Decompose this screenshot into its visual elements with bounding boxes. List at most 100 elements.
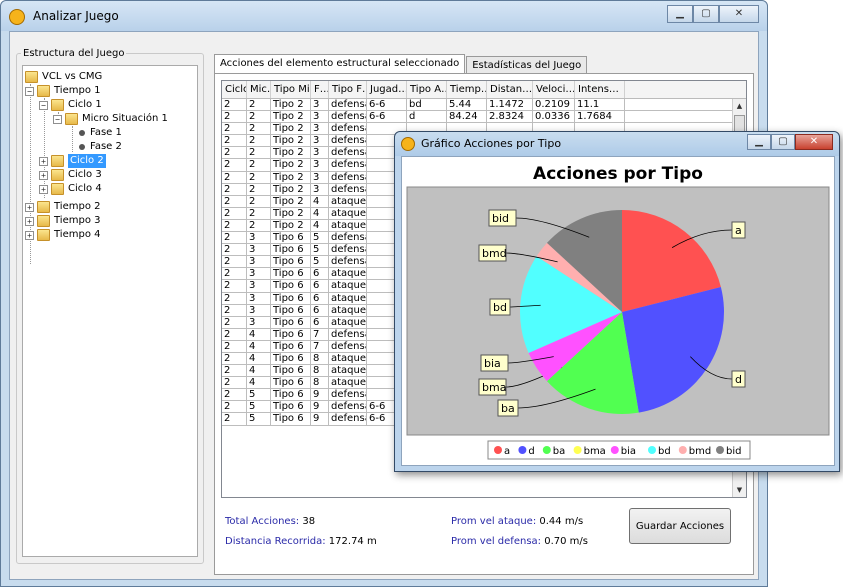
table-cell: 2 bbox=[222, 111, 247, 123]
tree-node-tiempo-3[interactable]: + Tiempo 3 bbox=[25, 214, 100, 228]
table-cell: Tipo 6 bbox=[271, 268, 311, 280]
chart-minimize-button[interactable]: ▁ bbox=[747, 134, 771, 150]
table-cell: 2 bbox=[247, 111, 271, 123]
legend-swatch-bmd bbox=[678, 446, 687, 454]
table-cell: d bbox=[407, 111, 447, 123]
column-header[interactable]: Tipo F… bbox=[329, 81, 367, 98]
legend-label-bmd: bmd bbox=[689, 446, 711, 457]
table-cell: 2 bbox=[222, 352, 247, 365]
column-header[interactable]: Intens… bbox=[575, 81, 625, 98]
table-cell: 2 bbox=[222, 401, 247, 413]
tree-node-root[interactable]: VCL vs CMG bbox=[25, 70, 102, 84]
table-cell: Tipo 6 bbox=[271, 352, 311, 365]
legend-label-ba: ba bbox=[553, 446, 565, 457]
tree-node-fase-2[interactable]: Fase 2 bbox=[77, 140, 122, 154]
table-cell: Tipo 2 bbox=[271, 135, 311, 147]
pie-label-a: a bbox=[735, 224, 742, 237]
table-cell: Tipo 6 bbox=[271, 401, 311, 413]
column-header[interactable]: Tipo Mi… bbox=[271, 81, 311, 98]
folder-icon bbox=[37, 215, 50, 227]
table-cell: bd bbox=[407, 99, 447, 111]
tree-node-ciclo-2[interactable]: + Ciclo 2 bbox=[39, 154, 106, 168]
table-cell: ataque bbox=[331, 377, 367, 389]
table-cell: 4 bbox=[247, 377, 271, 389]
expand-icon[interactable]: + bbox=[39, 184, 48, 194]
save-actions-button[interactable]: Guardar Acciones bbox=[629, 508, 731, 544]
tab-acciones[interactable]: Acciones del elemento estructural selecc… bbox=[214, 54, 466, 74]
column-header[interactable]: Tipo A… bbox=[407, 81, 447, 98]
column-header[interactable]: Tiemp… bbox=[447, 81, 487, 98]
table-cell: ataque bbox=[331, 352, 367, 365]
table-cell: ataque bbox=[331, 304, 367, 316]
tree-node-micro-situacion-1[interactable]: − Micro Situación 1 bbox=[53, 112, 168, 126]
collapse-icon[interactable]: − bbox=[53, 114, 62, 124]
table-cell: Tipo 6 bbox=[271, 389, 311, 401]
game-structure-legend: Estructura del Juego bbox=[23, 48, 125, 59]
table-cell: Tipo 6 bbox=[271, 292, 311, 304]
table-cell: Tipo 2 bbox=[271, 111, 311, 123]
expand-icon[interactable]: + bbox=[25, 202, 34, 212]
tab-bar: Acciones del elemento estructural selecc… bbox=[214, 54, 588, 74]
tree-node-fase-1[interactable]: Fase 1 bbox=[77, 126, 122, 140]
table-cell: defensa bbox=[331, 401, 367, 413]
table-cell: 3 bbox=[247, 244, 271, 256]
column-header[interactable]: F… bbox=[311, 81, 329, 98]
table-cell: 2 bbox=[222, 123, 247, 135]
legend-swatch-bid bbox=[716, 446, 724, 454]
chart-maximize-button[interactable]: ▢ bbox=[771, 134, 795, 150]
table-cell: ataque bbox=[331, 219, 367, 232]
tree-node-tiempo-2[interactable]: + Tiempo 2 bbox=[25, 200, 100, 214]
chart-close-button[interactable]: ✕ bbox=[795, 134, 833, 150]
column-header[interactable]: Jugad… bbox=[367, 81, 407, 98]
scroll-down-arrow-icon[interactable]: ▼ bbox=[733, 483, 746, 497]
collapse-icon[interactable]: − bbox=[25, 86, 34, 96]
legend-label-bia: bia bbox=[621, 446, 636, 457]
table-cell: defensa bbox=[331, 340, 367, 352]
table-cell: Tipo 6 bbox=[271, 244, 311, 256]
title-bar[interactable]: Analizar Juego ▁ ▢ ✕ bbox=[1, 1, 767, 31]
table-cell: 6 bbox=[311, 268, 329, 280]
expand-icon[interactable]: + bbox=[39, 156, 48, 166]
column-header[interactable]: Veloci… bbox=[533, 81, 575, 98]
folder-icon bbox=[37, 229, 50, 241]
legend-label-a: a bbox=[504, 446, 510, 457]
column-header[interactable]: Ciclo bbox=[222, 81, 247, 98]
tab-estadisticas[interactable]: Estadísticas del Juego bbox=[466, 56, 588, 74]
collapse-icon[interactable]: − bbox=[39, 100, 48, 110]
table-cell: Tipo 2 bbox=[271, 123, 311, 135]
scroll-up-arrow-icon[interactable]: ▲ bbox=[733, 99, 746, 113]
minimize-button[interactable]: ▁ bbox=[667, 5, 693, 23]
table-cell: 2 bbox=[222, 256, 247, 268]
table-cell: 2 bbox=[222, 365, 247, 377]
table-row[interactable]: 2 2 Tipo 2 3 defensa 6-6 d 84.24 2.8324 0.0336 1.7… bbox=[222, 111, 746, 124]
table-cell: 2 bbox=[247, 123, 271, 135]
table-cell: Tipo 6 bbox=[271, 328, 311, 340]
attack-speed-stat: Prom vel ataque: 0.44 m/s bbox=[451, 516, 584, 527]
table-cell: 2 bbox=[222, 183, 247, 195]
chart-body: Acciones por Tipo a d ba bma bia bd bmd bid a d ba b… bbox=[401, 156, 835, 466]
table-cell: 4 bbox=[311, 195, 329, 207]
maximize-button[interactable]: ▢ bbox=[693, 5, 719, 23]
column-header[interactable]: Mic… bbox=[247, 81, 271, 98]
table-row[interactable]: 2 2 Tipo 2 3 defensa 6-6 bd 5.44 1.1472 0.2109 11.… bbox=[222, 99, 746, 112]
tree-node-tiempo-4[interactable]: + Tiempo 4 bbox=[25, 228, 100, 242]
tree-node-ciclo-1[interactable]: − Ciclo 1 bbox=[39, 98, 102, 112]
expand-icon[interactable]: + bbox=[25, 230, 34, 240]
tree-node-ciclo-4[interactable]: + Ciclo 4 bbox=[39, 182, 102, 196]
table-cell: Tipo 6 bbox=[271, 365, 311, 377]
tree-node-ciclo-3[interactable]: + Ciclo 3 bbox=[39, 168, 102, 182]
table-cell: 3 bbox=[311, 171, 329, 183]
tree-node-tiempo-1[interactable]: − Tiempo 1 bbox=[25, 84, 100, 98]
expand-icon[interactable]: + bbox=[39, 170, 48, 180]
expand-icon[interactable]: + bbox=[25, 216, 34, 226]
game-structure-tree[interactable]: VCL vs CMG − Tiempo 1 − Ciclo 1 − Micro Sit… bbox=[22, 65, 198, 557]
table-cell: 2 bbox=[222, 219, 247, 232]
table-cell: Tipo 6 bbox=[271, 304, 311, 316]
table-cell: 3 bbox=[247, 316, 271, 328]
column-header[interactable]: Distan… bbox=[487, 81, 533, 98]
chart-title-bar[interactable]: Gráfico Acciones por Tipo ▁ ▢ ✕ bbox=[395, 132, 839, 156]
table-cell: 3 bbox=[311, 147, 329, 159]
table-cell: 2 bbox=[222, 195, 247, 207]
close-button[interactable]: ✕ bbox=[719, 5, 759, 23]
table-cell: 2 bbox=[247, 135, 271, 147]
